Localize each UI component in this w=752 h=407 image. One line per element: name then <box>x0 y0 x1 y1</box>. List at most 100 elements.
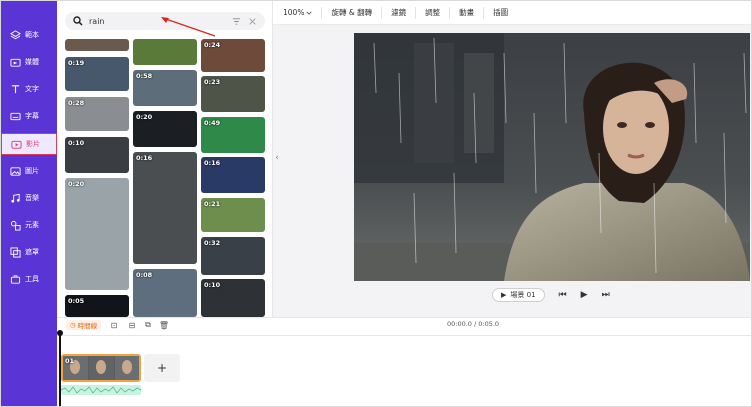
mask-icon <box>9 246 21 258</box>
duration-label: 0:19 <box>68 59 85 67</box>
timeline-label: 時間線 <box>77 322 98 330</box>
delete-icon[interactable]: 🗑 <box>159 320 169 330</box>
text-icon <box>9 83 21 95</box>
image-icon <box>9 165 21 177</box>
zoom-dropdown[interactable]: 100% <box>273 6 323 19</box>
scene-selector[interactable]: ▶ 場景 01 <box>492 288 545 302</box>
timeline-ruler[interactable] <box>57 332 751 336</box>
duration-label: 0:08 <box>136 271 153 279</box>
video-preview[interactable] <box>354 33 750 281</box>
nav-item-label: 文字 <box>25 85 39 93</box>
clip-thumbnails <box>63 356 139 380</box>
media-icon <box>9 56 21 68</box>
video-thumbnail[interactable]: 0:19 <box>65 57 129 91</box>
collapse-panel-handle[interactable]: ‹ <box>273 151 281 165</box>
video-thumbnail[interactable]: 0:16 <box>133 152 197 264</box>
nav-item-label: 工具 <box>25 275 39 283</box>
illustration-button[interactable]: 插圖 <box>484 7 517 19</box>
rotate-flip-button[interactable]: 旋轉 & 翻轉 <box>322 6 383 19</box>
nav-item-music[interactable]: 音樂 <box>1 187 57 209</box>
nav-item-media[interactable]: 媒體 <box>1 51 57 73</box>
clock-icon: ◷ <box>70 321 76 329</box>
video-thumbnail[interactable]: 0:20 <box>65 178 129 290</box>
search-box[interactable]: rain <box>65 12 265 30</box>
duration-label: 0:24 <box>204 41 221 49</box>
nav-item-label: 元素 <box>25 221 39 229</box>
nav-item-label: 範本 <box>25 31 39 39</box>
duration-label: 0:28 <box>68 99 85 107</box>
duration-label: 0:58 <box>136 72 153 80</box>
video-thumbnail[interactable]: 0:28 <box>65 97 129 131</box>
animation-button[interactable]: 動畫 <box>450 6 485 19</box>
timeline-clip[interactable]: 01 <box>61 354 141 382</box>
nav-item-subtitles[interactable]: 字幕 <box>1 105 57 127</box>
nav-item-label: 圖片 <box>25 167 39 175</box>
video-thumbnail[interactable] <box>65 39 129 51</box>
skip-forward-icon[interactable]: ⏭ <box>602 290 610 300</box>
filter-button[interactable]: 濾鏡 <box>382 6 417 19</box>
timeline: ◷ 時間線 ⊡ ⊟ ⧉ 🗑 00:00.0 / 0:05.0 01 + <box>57 317 751 406</box>
clear-search-icon[interactable] <box>247 16 257 26</box>
video-thumbnail[interactable]: 0:16 <box>201 157 265 193</box>
video-thumbnail[interactable]: 0:10 <box>201 279 265 317</box>
video-thumbnail[interactable]: 0:21 <box>201 198 265 232</box>
elements-icon <box>9 219 21 231</box>
layout-icon <box>9 29 21 41</box>
nav-item-label: 影片 <box>26 140 40 148</box>
filter-icon[interactable] <box>231 16 241 26</box>
chevron-down-icon <box>306 11 312 15</box>
video-thumbnail[interactable]: 0:49 <box>201 117 265 153</box>
video-thumbnail[interactable]: 0:05 <box>65 295 129 317</box>
video-thumbnail[interactable]: 0:08 <box>133 269 197 317</box>
nav-item-templates[interactable]: 範本 <box>1 24 57 46</box>
playback-controls: ▶ 場景 01 ⏮ ▶ ⏭ <box>492 288 610 302</box>
music-icon <box>9 192 21 204</box>
duration-label: 0:10 <box>68 139 85 147</box>
duration-label: 0:21 <box>204 200 221 208</box>
duration-label: 0:20 <box>68 180 85 188</box>
media-panel: rain 0:19 0:28 0:10 0:20 0:05 0:58 0:20 … <box>57 1 273 317</box>
video-thumbnail[interactable]: 0:24 <box>201 39 265 72</box>
search-input[interactable]: rain <box>89 17 225 26</box>
add-media-icon[interactable]: ⊡ <box>109 320 119 330</box>
add-scene-button[interactable]: + <box>144 354 180 382</box>
adjust-button[interactable]: 調整 <box>416 6 451 19</box>
nav-item-label: 遮罩 <box>25 248 39 256</box>
duration-label: 0:10 <box>204 281 221 289</box>
tools-icon <box>9 273 21 285</box>
search-icon <box>73 16 83 26</box>
timeline-time-chip[interactable]: ◷ 時間線 <box>66 320 102 330</box>
video-thumbnail[interactable]: 0:32 <box>201 237 265 275</box>
video-thumbnail[interactable]: 0:20 <box>133 111 197 147</box>
video-thumbnail[interactable] <box>133 39 197 65</box>
split-icon[interactable]: ⊟ <box>127 320 137 330</box>
nav-item-elements[interactable]: 元素 <box>1 214 57 236</box>
video-thumbnail[interactable]: 0:23 <box>201 76 265 112</box>
left-nav: 範本 媒體 文字 字幕 影片 圖片 音樂 元素 遮罩 工具 <box>1 1 57 406</box>
subtitle-icon <box>9 110 21 122</box>
play-icon: ▶ <box>501 291 507 299</box>
nav-item-video[interactable]: 影片 <box>1 133 57 155</box>
duration-label: 0:16 <box>204 159 221 167</box>
audio-waveform[interactable] <box>61 385 141 395</box>
nav-item-label: 音樂 <box>25 194 39 202</box>
duplicate-icon[interactable]: ⧉ <box>143 320 153 330</box>
video-icon <box>10 138 22 150</box>
preview-stage: ▶ 場景 01 ⏮ ▶ ⏭ <box>273 25 751 317</box>
video-thumbnail[interactable]: 0:58 <box>133 70 197 106</box>
nav-item-text[interactable]: 文字 <box>1 78 57 100</box>
duration-label: 0:49 <box>204 119 221 127</box>
video-thumbnail[interactable]: 0:10 <box>65 137 129 173</box>
skip-back-icon[interactable]: ⏮ <box>559 290 567 300</box>
play-button[interactable]: ▶ <box>581 290 588 300</box>
duration-label: 0:23 <box>204 78 221 86</box>
nav-item-label: 字幕 <box>25 112 39 120</box>
nav-item-tools[interactable]: 工具 <box>1 268 57 290</box>
duration-label: 0:20 <box>136 113 153 121</box>
nav-item-images[interactable]: 圖片 <box>1 160 57 182</box>
zoom-label: 100% <box>283 8 305 17</box>
nav-item-mask[interactable]: 遮罩 <box>1 241 57 263</box>
nav-item-label: 媒體 <box>25 58 39 66</box>
top-toolbar: 100% 旋轉 & 翻轉 濾鏡 調整 動畫 插圖 <box>273 1 751 25</box>
duration-label: 0:32 <box>204 239 221 247</box>
